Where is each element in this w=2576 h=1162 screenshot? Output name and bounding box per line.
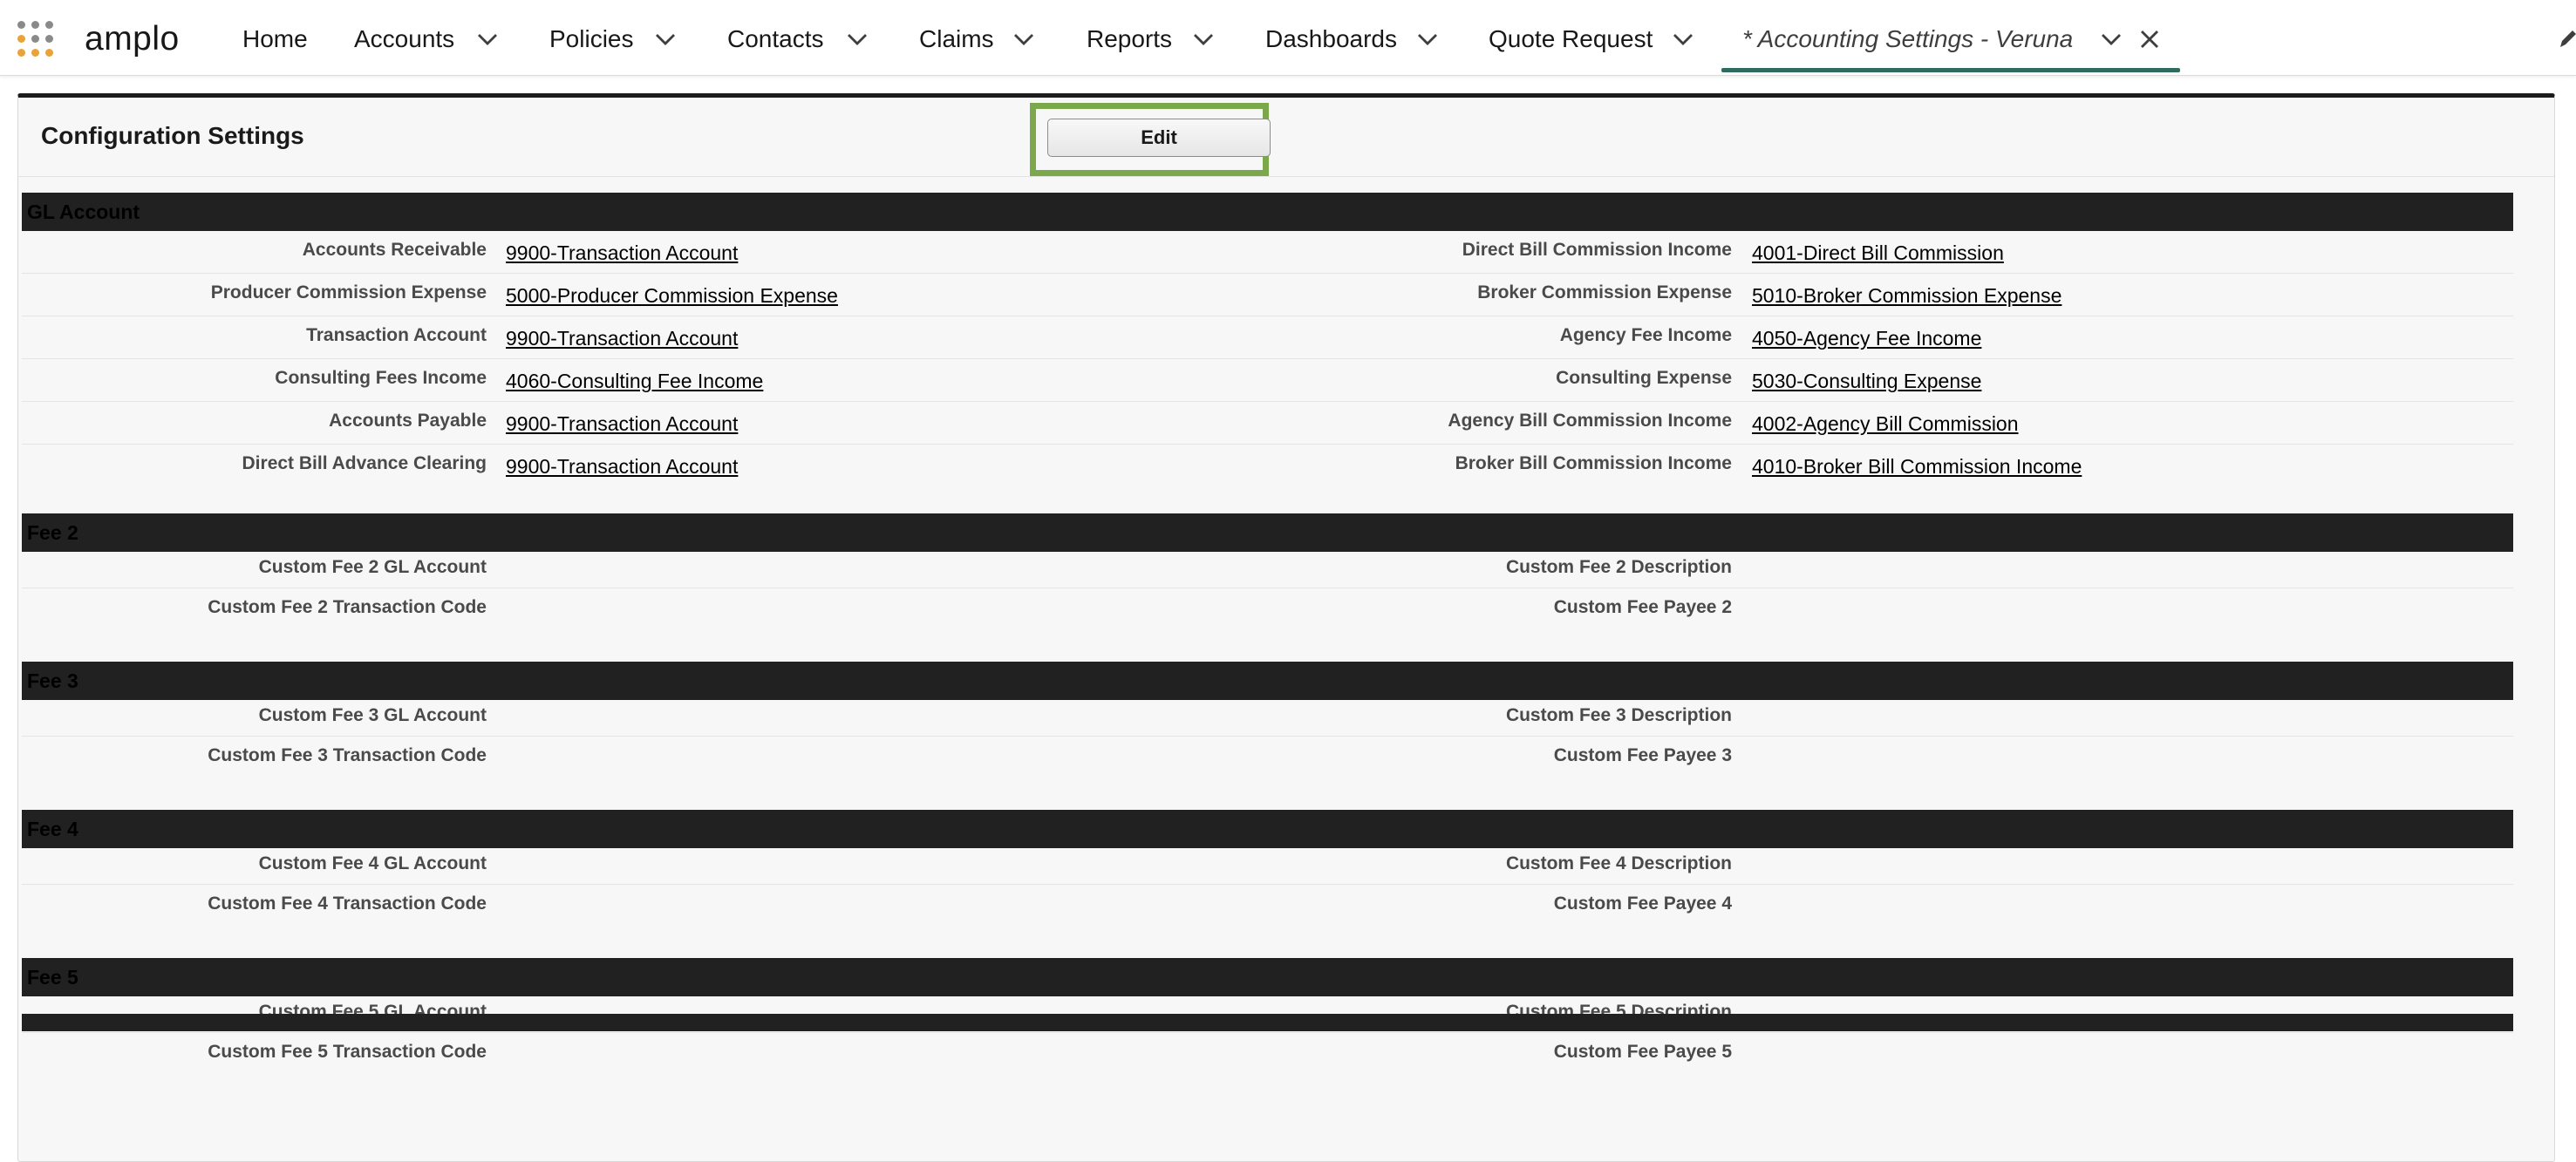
- section-header: Fee 3: [22, 662, 2513, 700]
- field-label: Accounts Payable: [329, 411, 487, 431]
- field-label: Custom Fee 3 Transaction Code: [208, 745, 487, 765]
- field-label: Accounts Receivable: [302, 240, 487, 260]
- field-label: Custom Fee 4 GL Account: [258, 853, 487, 873]
- field-row: Custom Fee 5 Transaction Code Custom Fee …: [22, 1033, 2513, 1073]
- field-label: Custom Fee Payee 3: [1553, 745, 1732, 765]
- field-value-link[interactable]: 4050-Agency Fee Income: [1752, 316, 1981, 359]
- field-label: Custom Fee 2 Description: [1505, 557, 1732, 577]
- field-label: Custom Fee Payee 5: [1553, 1042, 1732, 1062]
- nav-item-policies[interactable]: Policies: [549, 19, 633, 59]
- nav-item-quote-request[interactable]: Quote Request: [1489, 19, 1653, 59]
- edit-button[interactable]: Edit: [1047, 119, 1271, 157]
- field-value-link[interactable]: 9900-Transaction Account: [506, 316, 738, 359]
- field-label: Custom Fee 4 Description: [1505, 853, 1732, 873]
- next-section-bar: [22, 1014, 2513, 1031]
- section-header: Fee 5: [22, 958, 2513, 996]
- active-tab-indicator: [1721, 68, 2180, 72]
- field-row: Consulting Fees Income 4060-Consulting Fe…: [22, 359, 2513, 402]
- nav-item-contacts[interactable]: Contacts: [727, 19, 824, 59]
- nav-item-accounts[interactable]: Accounts: [354, 19, 454, 59]
- app-name: amplo: [85, 20, 180, 58]
- field-row: Custom Fee 3 Transaction Code Custom Fee …: [22, 737, 2513, 777]
- section-header: Fee 2: [22, 513, 2513, 552]
- field-value-link[interactable]: 5000-Producer Commission Expense: [506, 274, 838, 316]
- field-label: Direct Bill Advance Clearing: [242, 453, 487, 473]
- section-header: GL Account: [22, 193, 2513, 231]
- field-value-link[interactable]: 4010-Broker Bill Commission Income: [1752, 445, 2082, 487]
- nav-item-dashboards[interactable]: Dashboards: [1265, 19, 1397, 59]
- field-value-link[interactable]: 9900-Transaction Account: [506, 445, 738, 487]
- field-value-link[interactable]: 4001-Direct Bill Commission: [1752, 231, 2004, 274]
- field-label: Custom Fee 2 Transaction Code: [208, 597, 487, 617]
- page-title: Configuration Settings: [41, 122, 304, 149]
- field-label: Custom Fee Payee 4: [1553, 894, 1732, 914]
- field-label: Producer Commission Expense: [210, 282, 487, 302]
- panel-header: Configuration Settings Edit: [18, 98, 2554, 177]
- field-label: Custom Fee 5 Transaction Code: [208, 1042, 487, 1062]
- chevron-down-icon[interactable]: [474, 26, 501, 52]
- global-navigation-bar: amplo Home Accounts Policies Contacts Claims…: [0, 0, 2576, 76]
- field-row: Custom Fee 3 GL Account Custom Fee 3 Desc…: [22, 697, 2513, 737]
- field-row: Direct Bill Advance Clearing 9900-Transac…: [22, 445, 2513, 487]
- field-row: Accounts Payable 9900-Transaction Account…: [22, 402, 2513, 445]
- field-label: Agency Bill Commission Income: [1448, 411, 1732, 431]
- field-label: Transaction Account: [306, 325, 487, 345]
- chevron-down-icon[interactable]: [652, 26, 678, 52]
- field-label: Custom Fee 2 GL Account: [258, 557, 487, 577]
- chevron-down-icon[interactable]: [2098, 26, 2124, 52]
- field-row: Custom Fee 2 Transaction Code Custom Fee …: [22, 588, 2513, 629]
- field-label: Broker Commission Expense: [1477, 282, 1732, 302]
- chevron-down-icon[interactable]: [1011, 26, 1037, 52]
- field-row: Accounts Receivable 9900-Transaction Acco…: [22, 231, 2513, 274]
- field-row: Custom Fee 4 Transaction Code Custom Fee …: [22, 885, 2513, 925]
- field-value-link[interactable]: 4002-Agency Bill Commission: [1752, 402, 2019, 445]
- field-label: Custom Fee 4 Transaction Code: [208, 894, 487, 914]
- field-row: Custom Fee 4 GL Account Custom Fee 4 Desc…: [22, 845, 2513, 885]
- close-icon[interactable]: [2136, 26, 2163, 52]
- field-value-link[interactable]: 5010-Broker Commission Expense: [1752, 274, 2061, 316]
- chevron-down-icon[interactable]: [1670, 26, 1696, 52]
- field-row: Custom Fee 2 GL Account Custom Fee 2 Desc…: [22, 548, 2513, 588]
- field-label: Custom Fee 3 GL Account: [258, 705, 487, 725]
- field-label: Custom Fee Payee 2: [1553, 597, 1732, 617]
- tab-accounting-settings[interactable]: * Accounting Settings - Veruna: [1742, 19, 2073, 59]
- field-value-link[interactable]: 9900-Transaction Account: [506, 231, 738, 274]
- section-header: Fee 4: [22, 810, 2513, 848]
- field-value-link[interactable]: 5030-Consulting Expense: [1752, 359, 1981, 402]
- field-value-link[interactable]: 9900-Transaction Account: [506, 402, 738, 445]
- nav-item-claims[interactable]: Claims: [919, 19, 994, 59]
- field-row: Producer Commission Expense 5000-Producer…: [22, 274, 2513, 316]
- field-label: Broker Bill Commission Income: [1455, 453, 1732, 473]
- field-value-link[interactable]: 4060-Consulting Fee Income: [506, 359, 763, 402]
- field-label: Consulting Expense: [1556, 368, 1732, 388]
- pencil-icon[interactable]: [2557, 28, 2576, 51]
- tab-label: * Accounting Settings - Veruna: [1742, 25, 2074, 52]
- field-label: Consulting Fees Income: [275, 368, 487, 388]
- field-row: Transaction Account 9900-Transaction Acco…: [22, 316, 2513, 359]
- chevron-down-icon[interactable]: [844, 26, 870, 52]
- field-label: Direct Bill Commission Income: [1462, 240, 1732, 260]
- chevron-down-icon[interactable]: [1414, 26, 1441, 52]
- field-label: Agency Fee Income: [1559, 325, 1732, 345]
- app-launcher-icon[interactable]: [17, 21, 56, 59]
- nav-item-reports[interactable]: Reports: [1087, 19, 1172, 59]
- field-label: Custom Fee 3 Description: [1505, 705, 1732, 725]
- chevron-down-icon[interactable]: [1190, 26, 1216, 52]
- nav-item-home[interactable]: Home: [242, 19, 308, 59]
